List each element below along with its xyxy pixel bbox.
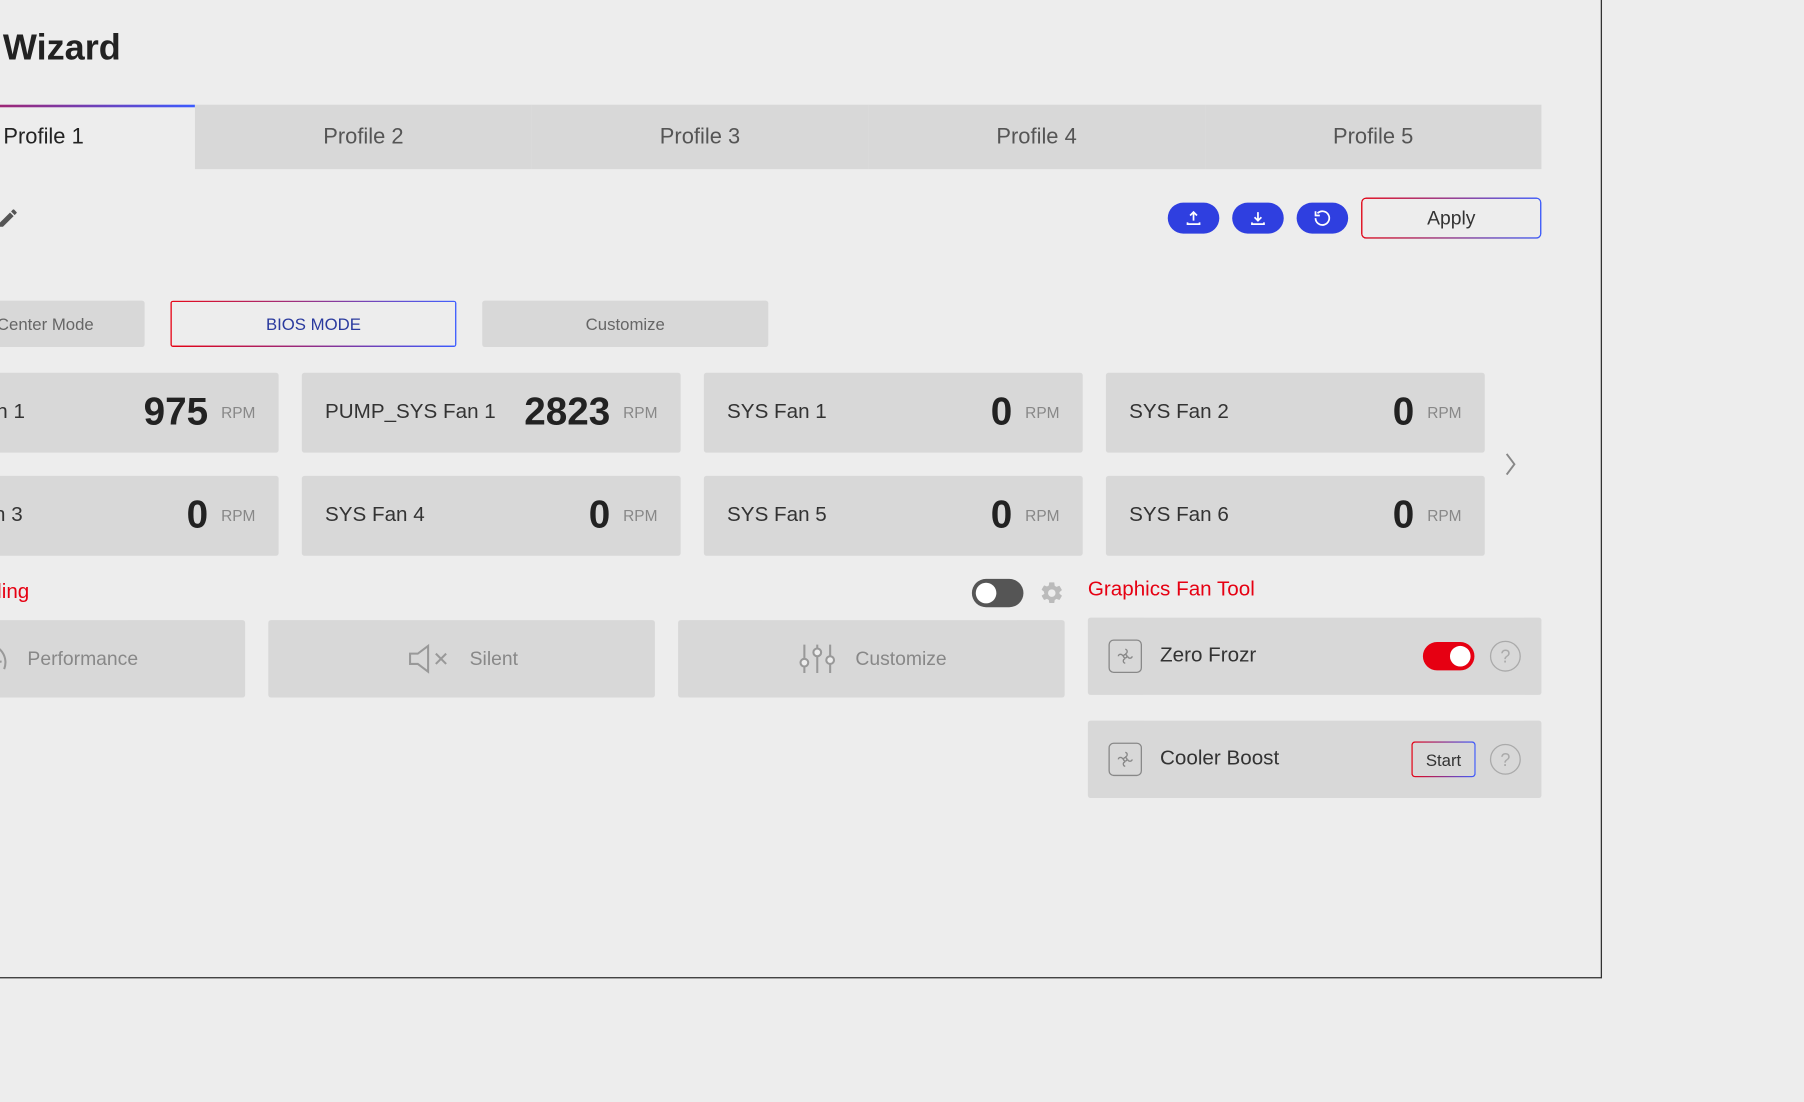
cooler-boost-label: Cooler Boost	[1160, 748, 1279, 771]
fan-name: PUMP_SYS Fan 1	[325, 401, 496, 424]
fan-card[interactable]: SYS Fan 1 0 RPM	[704, 373, 1083, 453]
help-icon[interactable]: ?	[1490, 744, 1521, 775]
mode-customize[interactable]: Customize	[482, 301, 768, 347]
motherboard-section-label: Motherboard	[0, 262, 1541, 285]
apply-label: Apply	[1427, 207, 1475, 229]
frozr-toggle[interactable]	[972, 579, 1024, 607]
fan-rpm-unit: RPM	[1025, 507, 1059, 525]
upload-icon	[1183, 208, 1204, 229]
edit-icon[interactable]	[0, 207, 19, 230]
profile-tab-3[interactable]: Profile 3	[532, 105, 869, 169]
zero-frozr-label: Zero Frozr	[1160, 645, 1256, 668]
fan-name: SYS Fan 6	[1129, 504, 1229, 527]
cooler-boost-card: Cooler Boost Start ?	[1088, 721, 1542, 798]
zero-frozr-card: Zero Frozr ?	[1088, 618, 1542, 695]
fan-card[interactable]: CPU Fan 1 975 RPM	[0, 373, 279, 453]
fan-rpm-unit: RPM	[221, 404, 255, 422]
fan-rpm-value: 0	[991, 494, 1013, 538]
fans-next-button[interactable]	[1495, 426, 1526, 503]
fan-card[interactable]: SYS Fan 5 0 RPM	[704, 476, 1083, 556]
mode-follow-msi[interactable]: Follow MSI Center Mode	[0, 301, 145, 347]
mode-label: BIOS MODE	[266, 314, 361, 333]
fan-card[interactable]: SYS Fan 6 0 RPM	[1106, 476, 1485, 556]
download-icon	[1248, 208, 1269, 229]
fan-name: SYS Fan 4	[325, 504, 425, 527]
cooler-boost-start-button[interactable]: Start	[1413, 743, 1475, 777]
gauge-icon	[0, 641, 9, 677]
fan-rpm-unit: RPM	[221, 507, 255, 525]
reset-button[interactable]	[1297, 203, 1349, 234]
fan-rpm-value: 0	[1393, 494, 1415, 538]
fan-icon	[1108, 743, 1142, 777]
profile-tab-4[interactable]: Profile 4	[868, 105, 1205, 169]
fan-name: SYS Fan 1	[727, 401, 827, 424]
reset-icon	[1312, 208, 1333, 229]
import-button[interactable]	[1232, 203, 1284, 234]
fan-card[interactable]: PUMP_SYS Fan 1 2823 RPM	[302, 373, 681, 453]
page-title: Cooling Wizard	[0, 27, 1541, 68]
fan-rpm-value: 0	[187, 494, 209, 538]
mode-label: Follow MSI Center Mode	[0, 314, 94, 333]
fan-name: SYS Fan 5	[727, 504, 827, 527]
profile-tab-label: Profile 3	[660, 124, 740, 150]
frozr-mode-performance[interactable]: Performance	[0, 620, 245, 697]
fan-name: SYS Fan 3	[0, 504, 23, 527]
fan-rpm-unit: RPM	[623, 404, 657, 422]
profile-tab-5[interactable]: Profile 5	[1205, 105, 1542, 169]
export-button[interactable]	[1168, 203, 1220, 234]
profile-tab-label: Profile 5	[1333, 124, 1413, 150]
frozr-mode-customize[interactable]: Customize	[678, 620, 1065, 697]
fan-rpm-value: 0	[1393, 391, 1415, 435]
fan-rpm-value: 2823	[524, 391, 610, 435]
fan-rpm-unit: RPM	[1025, 404, 1059, 422]
fan-grid: CPU Fan 1 975 RPMPUMP_SYS Fan 1 2823 RPM…	[0, 373, 1485, 556]
mute-icon	[405, 641, 451, 677]
help-icon[interactable]: ?	[1490, 641, 1521, 672]
profile-tab-2[interactable]: Profile 2	[195, 105, 532, 169]
chevron-right-icon	[1502, 449, 1520, 480]
sliders-icon	[796, 639, 837, 678]
fan-icon	[1108, 639, 1142, 673]
frozr-mode-label: Customize	[855, 648, 946, 670]
fan-rpm-unit: RPM	[623, 507, 657, 525]
profile-tabs: Profile 1 Profile 2 Profile 3 Profile 4 …	[0, 105, 1541, 169]
profile-tab-1[interactable]: Profile 1	[0, 105, 195, 169]
fan-card[interactable]: SYS Fan 2 0 RPM	[1106, 373, 1485, 453]
fan-name: CPU Fan 1	[0, 401, 25, 424]
apply-button[interactable]: Apply	[1361, 197, 1541, 238]
mode-bios[interactable]: BIOS MODE	[170, 301, 456, 347]
start-label: Start	[1426, 750, 1461, 769]
frozr-settings-icon[interactable]	[1039, 580, 1065, 606]
fan-rpm-value: 0	[991, 391, 1013, 435]
mode-label: Customize	[586, 314, 665, 333]
fan-name: SYS Fan 2	[1129, 401, 1229, 424]
profile-tab-label: Profile 2	[323, 124, 403, 150]
frozr-section-label: FROZR AI Cooling	[0, 581, 29, 604]
frozr-mode-label: Silent	[470, 648, 518, 670]
frozr-mode-label: Performance	[27, 648, 138, 670]
fan-rpm-value: 975	[144, 391, 209, 435]
gfx-section-label: Graphics Fan Tool	[1088, 579, 1542, 602]
fan-rpm-value: 0	[589, 494, 611, 538]
profile-tab-label: Profile 4	[996, 124, 1076, 150]
fan-card[interactable]: SYS Fan 3 0 RPM	[0, 476, 279, 556]
profile-tab-label: Profile 1	[3, 124, 83, 150]
fan-rpm-unit: RPM	[1427, 404, 1461, 422]
fan-card[interactable]: SYS Fan 4 0 RPM	[302, 476, 681, 556]
frozr-mode-silent[interactable]: Silent	[268, 620, 655, 697]
fan-rpm-unit: RPM	[1427, 507, 1461, 525]
zero-frozr-toggle[interactable]	[1423, 642, 1475, 670]
